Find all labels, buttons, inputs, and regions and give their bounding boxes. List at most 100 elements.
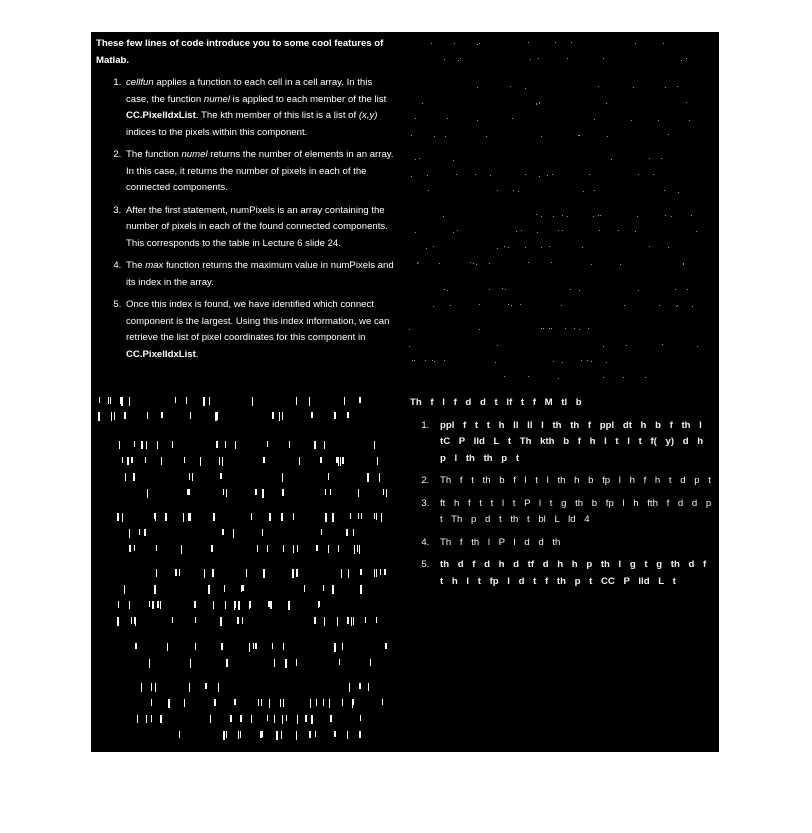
noise-dot <box>444 289 445 290</box>
noise-stroke <box>234 601 235 610</box>
noise-stroke <box>135 643 137 649</box>
note-item-text: function returns the maximum value in nu… <box>126 260 394 288</box>
noise-dot <box>475 174 476 175</box>
noise-stroke <box>359 731 361 738</box>
noise-dot <box>620 264 621 265</box>
noise-stroke <box>305 715 307 722</box>
noise-dot <box>603 377 604 378</box>
noise-stroke <box>296 569 298 577</box>
noise-dot <box>618 230 619 231</box>
noise-stroke <box>135 617 136 626</box>
noise-dot <box>591 264 592 265</box>
noise-dot <box>696 231 697 232</box>
noise-dot <box>574 328 575 329</box>
noise-stroke <box>122 513 123 522</box>
noise-dot <box>504 376 505 377</box>
noise-stroke <box>385 643 387 649</box>
noise-stroke <box>129 529 130 538</box>
noise-stroke <box>310 699 311 708</box>
noise-stroke <box>188 513 189 521</box>
noise-dot <box>664 190 665 191</box>
noise-stroke <box>286 715 287 721</box>
noise-dot <box>453 160 454 161</box>
noise-dot <box>551 262 552 263</box>
fragment-item-text: th d f d h d tf d h h p th l g t g th d … <box>440 559 707 587</box>
noise-dot <box>470 262 471 263</box>
noise-dot <box>415 159 416 160</box>
noise-stroke <box>249 643 250 652</box>
noise-dot <box>528 262 529 263</box>
noise-stroke <box>230 715 232 722</box>
fragment-item-2: Th f t th b f l t l th h b fp l h f h t … <box>438 473 714 490</box>
noise-dot <box>570 289 571 290</box>
note-item-2: The function numel returns the number of… <box>124 147 396 197</box>
noise-stroke <box>316 545 318 551</box>
noise-dot <box>541 216 542 217</box>
noise-stroke <box>288 601 290 610</box>
noise-dot <box>558 230 559 231</box>
noise-dot <box>479 304 480 305</box>
noise-stroke <box>353 529 354 536</box>
noise-dot <box>537 232 538 233</box>
noise-stroke <box>309 397 310 406</box>
noise-stroke <box>238 731 239 739</box>
noise-stroke <box>296 397 297 405</box>
noise-stroke <box>337 617 338 626</box>
fragment-intro: Th f l f d d t lf t f M tl b <box>410 395 714 412</box>
noise-dot <box>593 216 594 217</box>
noise-stroke <box>267 545 268 552</box>
noise-stroke <box>108 397 109 404</box>
fragment-item-4: Th f th l P l d d th <box>438 535 714 552</box>
noise-dot <box>677 86 678 87</box>
noise-stroke <box>330 489 331 495</box>
noise-stroke <box>226 489 227 497</box>
noise-dot <box>649 246 650 247</box>
noise-stroke <box>99 397 100 403</box>
noise-stroke <box>117 513 119 521</box>
noise-dot <box>581 360 582 361</box>
noise-stroke <box>189 473 190 480</box>
noise-stroke <box>114 412 115 420</box>
noise-dot <box>427 175 428 176</box>
noise-stroke <box>189 513 191 521</box>
noise-dot <box>665 87 666 88</box>
noise-stroke <box>342 643 343 650</box>
noise-dot <box>607 136 608 137</box>
fragment-item-text: Th f t th b f l t l th h b fp l h f h t … <box>440 475 711 486</box>
noise-stroke <box>314 617 316 624</box>
noise-stroke <box>353 617 354 625</box>
noise-stroke <box>226 731 227 738</box>
noise-dot <box>562 230 563 231</box>
intro-paragraph: These few lines of code introduce you to… <box>96 36 396 69</box>
noise-dot <box>477 87 478 88</box>
noise-stroke <box>269 513 271 521</box>
noise-stroke <box>242 617 243 624</box>
noise-dot <box>431 43 432 44</box>
fragment-list: ppl f t t h ll ll l th th f ppl dt h b f… <box>410 418 714 591</box>
noise-stroke <box>280 699 281 707</box>
noise-stroke <box>344 397 345 405</box>
noise-stroke <box>184 457 185 463</box>
noise-dot <box>508 304 509 305</box>
noise-dot <box>692 306 693 307</box>
fragment-item-1: ppl f t t h ll ll l th th f ppl dt h b f… <box>438 418 714 468</box>
noise-dot <box>662 344 663 345</box>
noise-stroke <box>208 585 210 594</box>
noise-stroke <box>149 659 150 668</box>
noise-stroke <box>145 457 146 463</box>
noise-stroke <box>269 699 270 708</box>
noise-stroke <box>195 643 196 650</box>
noise-dot <box>422 103 423 104</box>
noise-stroke <box>179 731 180 738</box>
noise-stroke <box>342 457 344 464</box>
noise-dot <box>415 232 416 233</box>
noise-stroke <box>285 659 287 668</box>
noise-stroke <box>261 699 262 706</box>
noise-dot <box>638 290 639 291</box>
noise-stroke <box>357 545 358 552</box>
noise-dot <box>473 263 474 264</box>
noise-dot <box>562 215 563 216</box>
noise-stroke <box>384 569 386 575</box>
noise-dot <box>623 377 624 378</box>
noise-stroke <box>359 397 361 403</box>
